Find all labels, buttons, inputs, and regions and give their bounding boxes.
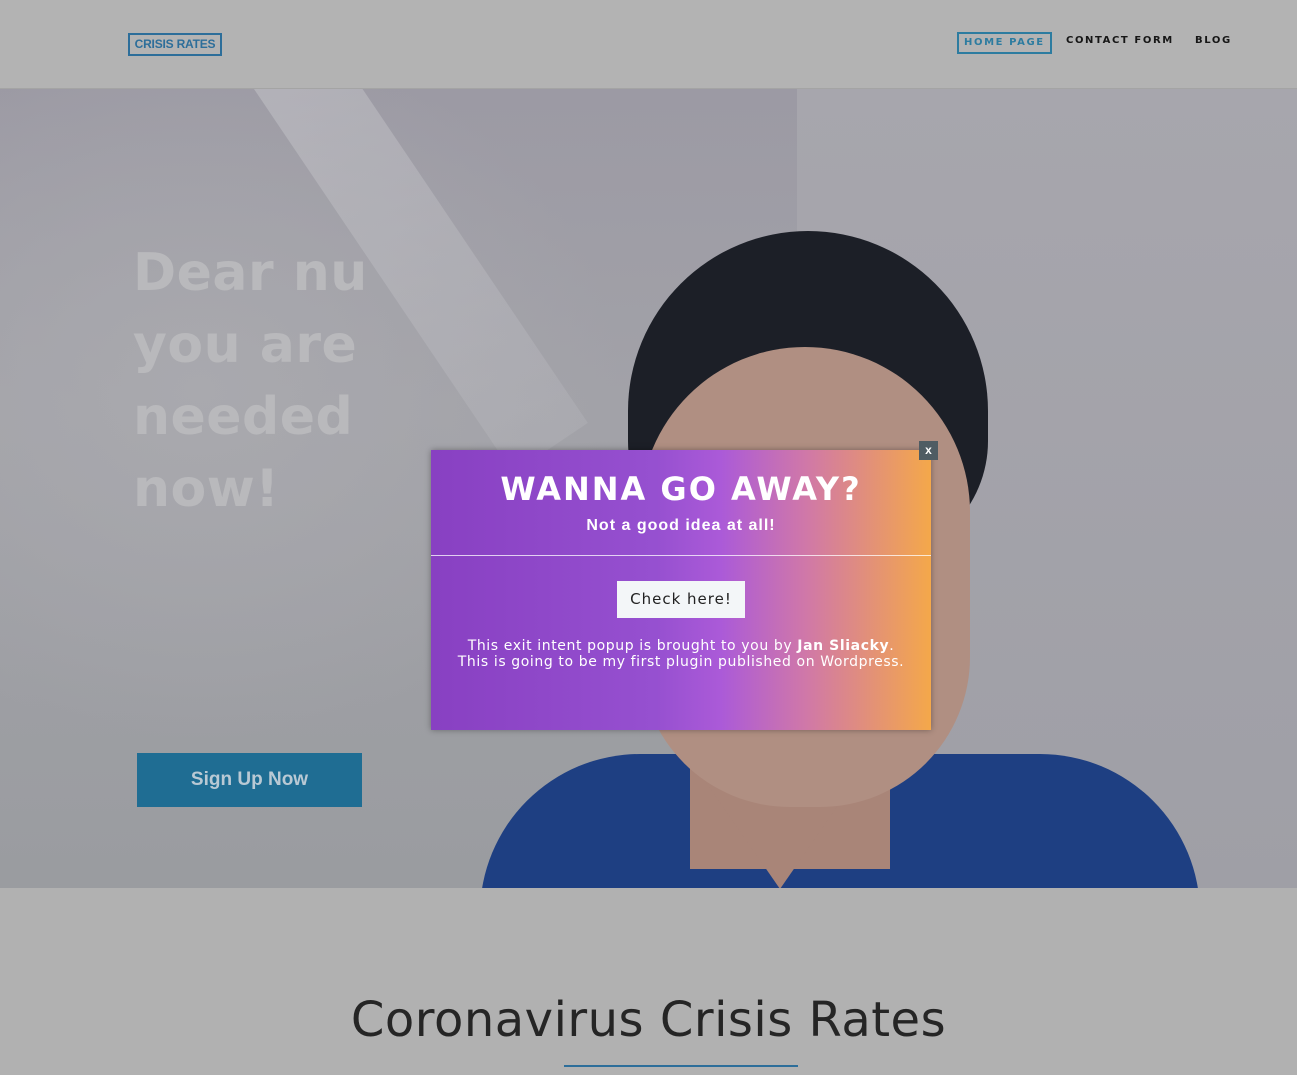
popup-credit-text: This exit intent popup is brought to you… bbox=[451, 638, 911, 670]
popup-close-button[interactable]: x bbox=[919, 441, 938, 460]
exit-intent-popup: WANNA GO AWAY? Not a good idea at all! C… bbox=[431, 450, 931, 730]
popup-subtitle: Not a good idea at all! bbox=[586, 517, 776, 534]
hero-title-line: Dear nu bbox=[133, 243, 368, 303]
hero-title-line: you are bbox=[133, 315, 358, 375]
nav-blog[interactable]: BLOG bbox=[1195, 32, 1232, 50]
popup-text-before: This exit intent popup is brought to you… bbox=[467, 638, 798, 654]
popup-author: Jan Sliacky bbox=[797, 638, 890, 654]
hero-title-line: needed bbox=[133, 387, 354, 447]
sign-up-button[interactable]: Sign Up Now bbox=[137, 753, 362, 807]
hero-title: Dear nu you are needed now! bbox=[133, 237, 463, 525]
section-title: Coronavirus Crisis Rates bbox=[350, 992, 947, 1048]
nav-home-page[interactable]: HOME PAGE bbox=[957, 32, 1052, 54]
check-here-button[interactable]: Check here! bbox=[617, 581, 745, 618]
popup-divider bbox=[431, 555, 931, 556]
section-underline bbox=[564, 1065, 798, 1067]
site-logo[interactable]: CRISIS RATES bbox=[128, 33, 222, 56]
popup-title: WANNA GO AWAY? bbox=[500, 470, 862, 508]
site-header: CRISIS RATES HOME PAGE CONTACT FORM BLOG bbox=[0, 0, 1297, 89]
nav-contact-form[interactable]: CONTACT FORM bbox=[1066, 32, 1174, 50]
hero-title-line: now! bbox=[133, 459, 280, 519]
